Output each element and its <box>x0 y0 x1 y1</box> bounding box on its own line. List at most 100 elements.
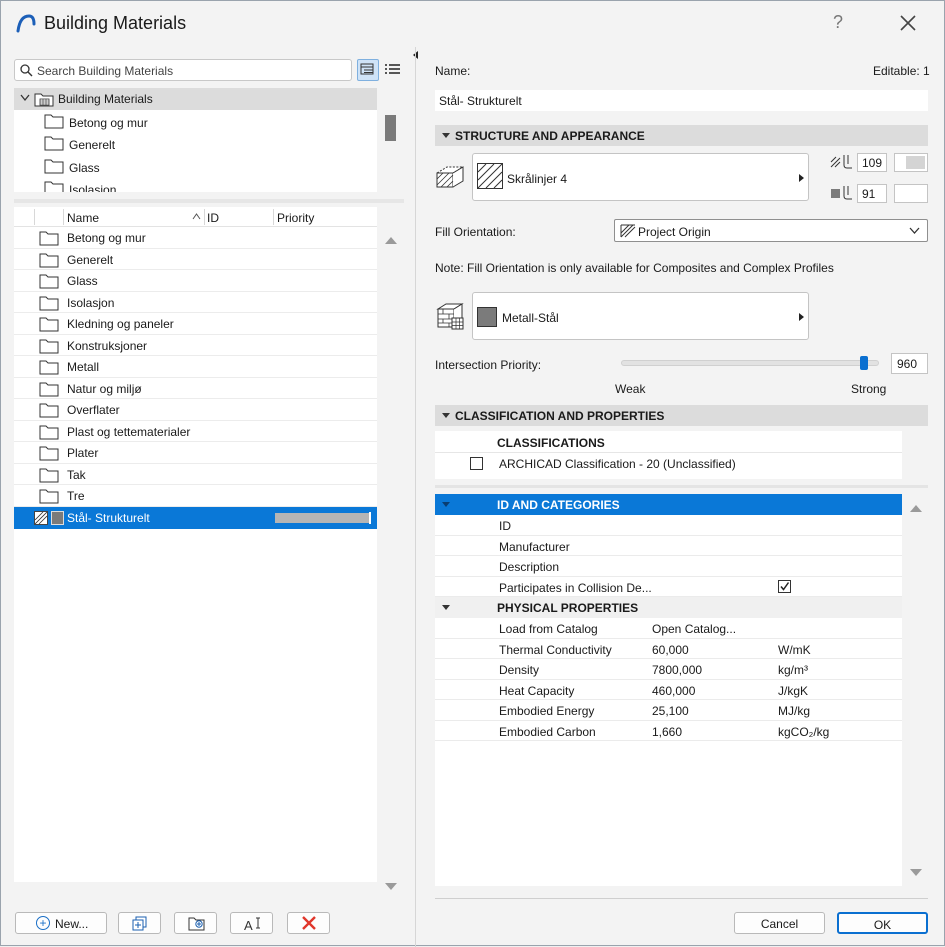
property-value[interactable]: 460,000 <box>652 684 695 698</box>
window-title: Building Materials <box>44 13 187 33</box>
collapse-triangle-icon[interactable] <box>442 133 450 138</box>
list-item-label: Tre <box>67 489 85 503</box>
property-row[interactable]: Heat Capacity 460,000 J/kgK <box>435 680 902 700</box>
list-item[interactable]: Tak <box>14 464 377 485</box>
collapse-triangle-icon[interactable] <box>442 413 450 418</box>
list-item[interactable]: Tre <box>14 485 377 507</box>
folder-icon <box>39 489 59 504</box>
rename-button[interactable]: A <box>230 912 273 934</box>
search-input[interactable]: Search Building Materials <box>14 59 352 81</box>
list-item-selected[interactable]: Stål- Strukturelt <box>14 507 377 529</box>
property-value[interactable]: 25,100 <box>652 704 689 718</box>
list-item[interactable]: Plater <box>14 442 377 464</box>
fill-orientation-select[interactable]: Project Origin <box>614 219 928 242</box>
foreground-pen-field[interactable]: 109 <box>857 153 887 172</box>
property-row[interactable]: Manufacturer <box>435 536 902 556</box>
property-value[interactable]: 1,660 <box>652 725 682 739</box>
tree-root-building-materials[interactable]: Building Materials <box>14 88 377 110</box>
foreground-color-fill <box>906 156 925 169</box>
property-row[interactable]: Embodied Energy 25,100 MJ/kg <box>435 700 902 721</box>
tree-item-label: Betong og mur <box>69 116 148 130</box>
scroll-down-icon[interactable] <box>910 869 922 876</box>
close-icon[interactable] <box>897 12 919 34</box>
intersection-priority-slider-thumb[interactable] <box>859 356 868 370</box>
new-folder-icon <box>188 917 205 931</box>
column-id[interactable]: ID <box>207 211 219 225</box>
cancel-button[interactable]: Cancel <box>734 912 825 934</box>
collapse-triangle-icon[interactable] <box>442 502 450 507</box>
list-item[interactable]: Natur og miljø <box>14 378 377 399</box>
duplicate-button[interactable] <box>118 912 161 934</box>
property-row[interactable]: Thermal Conductivity 60,000 W/mK <box>435 639 902 659</box>
background-color-swatch[interactable] <box>894 184 928 203</box>
foreground-pen-icon <box>830 155 852 169</box>
list-item[interactable]: Isolasjon <box>14 292 377 313</box>
tree-item[interactable]: Generelt <box>14 133 377 155</box>
name-label: Name: <box>435 64 471 78</box>
search-icon <box>20 64 33 77</box>
list-item[interactable]: Generelt <box>14 249 377 270</box>
collapse-triangle-icon[interactable] <box>442 605 450 610</box>
tree-list-splitter[interactable] <box>14 199 404 203</box>
folder-icon <box>39 231 59 246</box>
foreground-color-swatch[interactable] <box>894 153 928 172</box>
column-priority[interactable]: Priority <box>277 211 314 225</box>
list-item[interactable]: Betong og mur <box>14 227 377 249</box>
list-item-label: Isolasjon <box>67 295 115 310</box>
classifications-properties-splitter[interactable] <box>435 485 928 488</box>
column-name[interactable]: Name <box>67 211 99 225</box>
property-row[interactable]: ID <box>435 515 902 536</box>
section-classification-properties[interactable]: CLASSIFICATION AND PROPERTIES <box>435 405 928 426</box>
help-button[interactable]: ? <box>827 12 849 34</box>
scroll-up-icon[interactable] <box>385 237 397 244</box>
duplicate-icon <box>132 916 147 931</box>
property-row[interactable]: Density 7800,000 kg/m³ <box>435 659 902 680</box>
list-item[interactable]: Overflater <box>14 399 377 421</box>
property-row[interactable]: Description <box>435 556 902 577</box>
group-id-categories[interactable]: ID AND CATEGORIES <box>435 494 902 515</box>
tree-scrollbar-thumb[interactable] <box>385 115 396 141</box>
new-button[interactable]: + New... <box>15 912 107 934</box>
group-physical-properties[interactable]: PHYSICAL PROPERTIES <box>435 597 902 618</box>
intersection-priority-slider[interactable] <box>621 360 879 366</box>
property-row[interactable]: Embodied Carbon 1,660 kgCO₂/kg <box>435 721 902 741</box>
new-button-label: New... <box>55 917 89 931</box>
intersection-priority-value: 960 <box>897 357 918 371</box>
property-value[interactable]: 60,000 <box>652 643 689 657</box>
list-item[interactable]: Glass <box>14 270 377 292</box>
tree-item[interactable]: Betong og mur <box>14 111 377 133</box>
background-pen-field[interactable]: 91 <box>857 184 887 203</box>
tree-view-button[interactable] <box>357 59 379 81</box>
classification-row[interactable]: ARCHICAD Classification - 20 (Unclassifi… <box>435 452 902 474</box>
cut-fill-picker[interactable]: Skrålinjer 4 <box>472 153 809 201</box>
tree-item[interactable]: Glass <box>14 156 377 178</box>
intersection-priority-field[interactable]: 960 <box>891 353 928 374</box>
property-row[interactable]: Load from Catalog Open Catalog... <box>435 618 902 639</box>
list-item[interactable]: Kledning og paneler <box>14 313 377 335</box>
name-field-value: Stål- Strukturelt <box>439 94 522 108</box>
collision-checkbox[interactable] <box>778 579 791 593</box>
property-value[interactable]: 7800,000 <box>652 663 702 677</box>
open-catalog-link[interactable]: Open Catalog... <box>652 622 736 636</box>
new-folder-button[interactable] <box>174 912 217 934</box>
ok-button[interactable]: OK <box>837 912 928 934</box>
name-field[interactable]: Stål- Strukturelt <box>435 90 928 111</box>
property-name: ID <box>499 519 511 533</box>
list-view-button[interactable] <box>382 59 404 81</box>
panel-splitter[interactable] <box>415 47 416 947</box>
delete-button[interactable] <box>287 912 330 934</box>
list-item[interactable]: Plast og tettematerialer <box>14 421 377 442</box>
classification-checkbox[interactable] <box>470 457 483 470</box>
list-item[interactable]: Metall <box>14 356 377 378</box>
folder-icon <box>39 360 59 375</box>
column-divider <box>273 209 274 225</box>
scroll-up-icon[interactable] <box>910 505 922 512</box>
tree-item[interactable]: Isolasjon <box>14 178 377 192</box>
tree-item-label: Glass <box>69 161 100 175</box>
surface-picker[interactable]: Metall-Stål <box>472 292 809 340</box>
property-row[interactable]: Participates in Collision De... <box>435 577 902 597</box>
chevron-down-icon[interactable] <box>20 94 30 102</box>
list-item[interactable]: Konstruksjoner <box>14 335 377 356</box>
section-structure-appearance[interactable]: STRUCTURE AND APPEARANCE <box>435 125 928 146</box>
scroll-down-icon[interactable] <box>385 883 397 890</box>
